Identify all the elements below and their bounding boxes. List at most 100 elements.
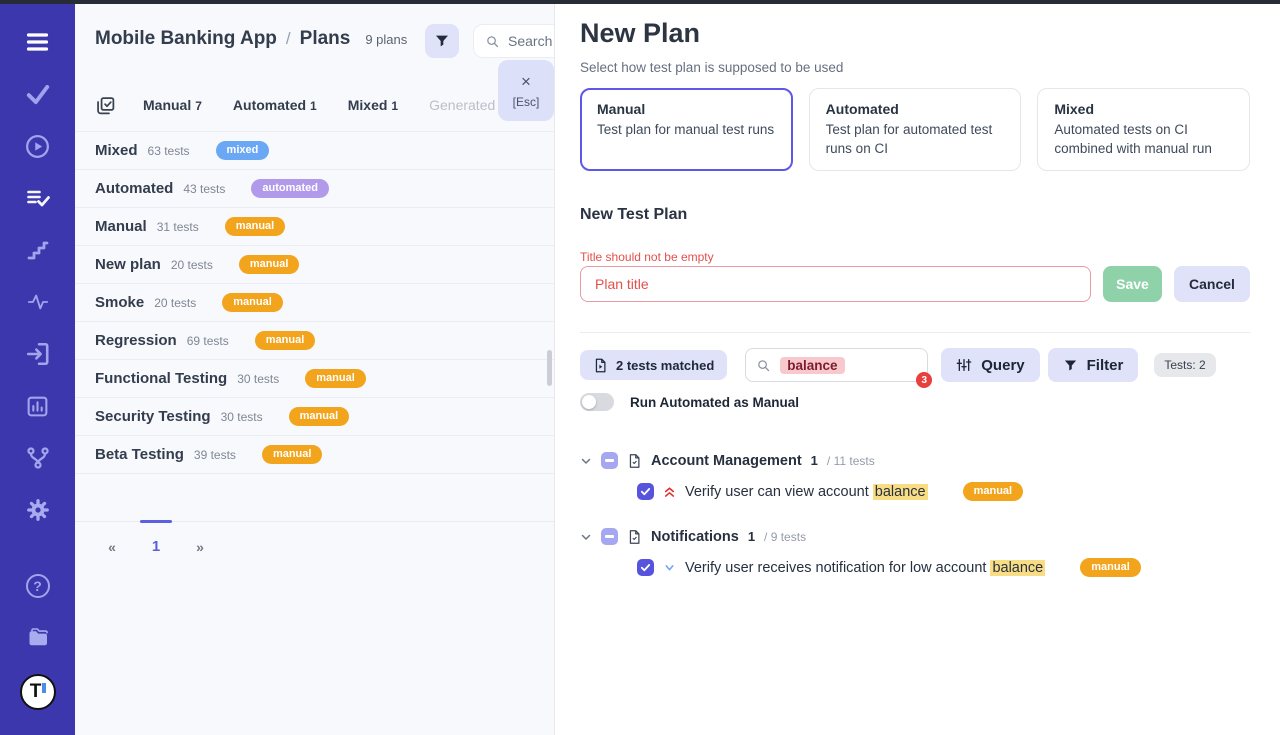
branches-icon[interactable] (23, 444, 53, 472)
section-divider (580, 332, 1250, 333)
app-logo[interactable]: T (20, 674, 56, 710)
pagination: « 1 » (105, 538, 207, 555)
title-error-message: Title should not be empty (580, 250, 714, 264)
priority-low-icon (663, 561, 676, 574)
plan-type-cards: Manual Test plan for manual test runs Au… (580, 88, 1250, 171)
tests-search[interactable]: balance 3 (745, 348, 928, 382)
plan-row-beta-testing[interactable]: Beta Testing 39 tests manual (75, 436, 555, 474)
tab-generated[interactable]: Generated (429, 97, 495, 113)
select-all-icon[interactable] (95, 95, 116, 116)
breadcrumb-separator: / (286, 29, 291, 49)
page-subtitle: Select how test plan is supposed to be u… (580, 60, 843, 75)
test-type-badge: manual (1080, 558, 1141, 577)
tests-matched-button[interactable]: 2 tests matched (580, 350, 727, 380)
page-next-button[interactable]: » (193, 539, 207, 555)
analytics-icon[interactable] (23, 392, 53, 420)
plan-title-input[interactable] (580, 266, 1091, 302)
tab-mixed[interactable]: Mixed 1 (348, 97, 398, 113)
close-panel-button[interactable]: × [Esc] (498, 60, 554, 121)
chevron-down-icon[interactable] (580, 531, 592, 543)
test-checkbox-checked[interactable] (637, 483, 654, 500)
search-notification-badge: 3 (916, 372, 932, 388)
plan-type-badge: manual (222, 293, 283, 312)
run-automated-toggle[interactable] (580, 393, 614, 411)
new-plan-panel: New Plan Select how test plan is suppose… (555, 0, 1280, 735)
suite-account-management: Account Management 1 / 11 tests Verify u… (580, 452, 1250, 501)
plan-type-badge: mixed (216, 141, 270, 160)
file-play-icon (593, 358, 608, 373)
run-automated-toggle-row: Run Automated as Manual (580, 393, 799, 411)
plans-panel: Mobile Banking App / Plans 9 plans × [Es… (75, 0, 555, 735)
plan-list: Mixed 63 tests mixed Automated 43 tests … (75, 131, 555, 474)
plan-row-automated[interactable]: Automated 43 tests automated (75, 170, 555, 208)
suite-checkbox-indeterminate[interactable] (601, 452, 618, 469)
search-highlight: balance (873, 484, 928, 500)
plan-type-card-mixed[interactable]: Mixed Automated tests on CI combined wit… (1037, 88, 1250, 171)
file-icon (627, 453, 642, 469)
plan-type-badge: manual (289, 407, 350, 426)
test-checkbox-checked[interactable] (637, 559, 654, 576)
suite-name[interactable]: Account Management (651, 453, 802, 469)
tab-automated[interactable]: Automated 1 (233, 97, 317, 113)
suite-total-count: / 9 tests (764, 530, 806, 544)
breadcrumb-project[interactable]: Mobile Banking App (95, 28, 277, 50)
plan-row-manual[interactable]: Manual 31 tests manual (75, 208, 555, 246)
plan-row-security-testing[interactable]: Security Testing 30 tests manual (75, 398, 555, 436)
steps-icon[interactable] (23, 236, 53, 264)
runs-play-icon[interactable] (23, 132, 53, 160)
tasks-check-icon[interactable] (23, 80, 53, 108)
filter-button[interactable]: Filter (1048, 348, 1139, 382)
save-button[interactable]: Save (1103, 266, 1162, 302)
menu-icon[interactable] (23, 28, 53, 56)
chevron-down-icon[interactable] (580, 455, 592, 467)
plan-row-mixed[interactable]: Mixed 63 tests mixed (75, 132, 555, 170)
plans-search-input[interactable] (508, 33, 555, 49)
test-row: Verify user can view account balance man… (637, 482, 1250, 501)
test-row: Verify user receives notification for lo… (637, 558, 1250, 577)
suite-total-count: / 11 tests (827, 454, 875, 468)
query-button[interactable]: Query (941, 348, 1039, 382)
gear-icon[interactable] (23, 496, 53, 524)
funnel-icon (1063, 358, 1078, 373)
tests-tree: Account Management 1 / 11 tests Verify u… (580, 452, 1250, 604)
scrollbar-thumb[interactable] (547, 350, 552, 386)
test-title[interactable]: Verify user can view account balance (685, 484, 928, 500)
toggle-label: Run Automated as Manual (630, 395, 799, 410)
search-icon (756, 358, 771, 373)
top-window-strip (0, 0, 1280, 4)
help-icon[interactable]: ? (23, 572, 53, 600)
plans-filter-button[interactable] (425, 24, 459, 58)
esc-hint: [Esc] (513, 95, 540, 109)
projects-folder-icon[interactable] (23, 624, 53, 652)
tab-manual[interactable]: Manual 7 (143, 97, 202, 113)
plan-type-card-manual[interactable]: Manual Test plan for manual test runs (580, 88, 793, 171)
page-prev-button[interactable]: « (105, 539, 119, 555)
test-title[interactable]: Verify user receives notification for lo… (685, 560, 1045, 576)
plans-list-check-icon[interactable] (23, 184, 53, 212)
priority-high-icon (663, 485, 676, 499)
plans-count: 9 plans (365, 32, 407, 47)
breadcrumb-page[interactable]: Plans (300, 28, 351, 50)
breadcrumb: Mobile Banking App / Plans 9 plans (95, 28, 407, 50)
plans-search[interactable] (473, 24, 555, 58)
suite-checkbox-indeterminate[interactable] (601, 528, 618, 545)
plan-type-card-automated[interactable]: Automated Test plan for automated test r… (809, 88, 1022, 171)
plan-row-new-plan[interactable]: New plan 20 tests manual (75, 246, 555, 284)
plan-type-badge: manual (255, 331, 316, 350)
search-icon (485, 34, 500, 49)
pulse-icon[interactable] (23, 288, 53, 316)
sign-in-icon[interactable] (23, 340, 53, 368)
test-type-badge: manual (963, 482, 1024, 501)
suite-selected-count: 1 (748, 529, 755, 544)
search-term-token: balance (780, 357, 844, 374)
plan-row-functional-testing[interactable]: Functional Testing 30 tests manual (75, 360, 555, 398)
page-1-button[interactable]: 1 (149, 538, 163, 555)
plan-type-tabs: Manual 7 Automated 1 Mixed 1 Generated (95, 91, 526, 119)
suite-name[interactable]: Notifications (651, 529, 739, 545)
plan-type-badge: manual (305, 369, 366, 388)
plan-row-smoke[interactable]: Smoke 20 tests manual (75, 284, 555, 322)
plan-row-regression[interactable]: Regression 69 tests manual (75, 322, 555, 360)
cancel-button[interactable]: Cancel (1174, 266, 1250, 302)
file-icon (627, 529, 642, 545)
close-icon: × (521, 73, 531, 90)
